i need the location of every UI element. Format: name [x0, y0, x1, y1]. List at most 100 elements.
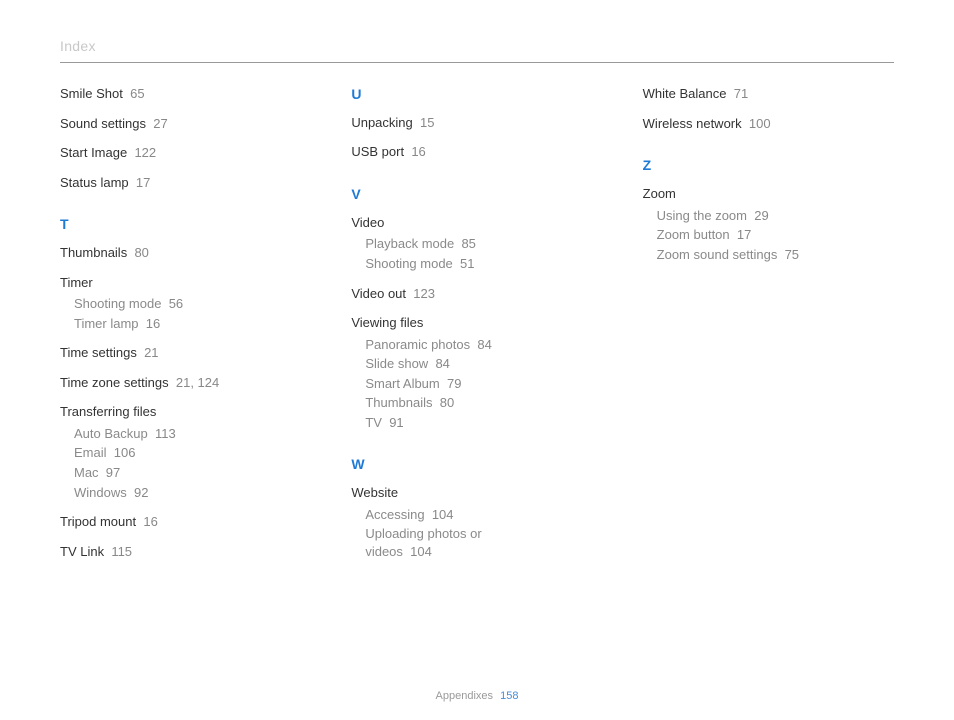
- index-pages: 65: [130, 86, 144, 101]
- index-term: Start Image: [60, 145, 127, 160]
- index-subterm: TV: [365, 415, 382, 430]
- index-pages: 16: [411, 144, 425, 159]
- index-pages: 80: [134, 245, 148, 260]
- index-entry: Time zone settings 21, 124: [60, 374, 311, 392]
- index-subentry: Uploading photos or videos 104: [365, 525, 505, 560]
- index-subentry: Smart Album 79: [365, 375, 602, 393]
- index-term: Status lamp: [60, 175, 129, 190]
- column-3: White Balance 71 Wireless network 100 Z …: [643, 85, 894, 572]
- index-subterm: Playback mode: [365, 236, 454, 251]
- index-pages: 91: [389, 415, 403, 430]
- index-entry: White Balance 71: [643, 85, 894, 103]
- index-subentry: Timer lamp 16: [74, 315, 311, 333]
- index-pages: 104: [410, 544, 432, 559]
- index-term: Time settings: [60, 345, 137, 360]
- index-pages: 17: [136, 175, 150, 190]
- index-pages: 17: [737, 227, 751, 242]
- index-subentry: Email 106: [74, 444, 311, 462]
- index-term: Thumbnails: [60, 245, 127, 260]
- index-entry: Status lamp 17: [60, 174, 311, 192]
- index-pages: 84: [435, 356, 449, 371]
- index-term: Smile Shot: [60, 86, 123, 101]
- section-letter-z: Z: [643, 156, 894, 175]
- index-pages: 16: [143, 514, 157, 529]
- index-pages: 29: [754, 208, 768, 223]
- index-pages: 104: [432, 507, 454, 522]
- index-term: Unpacking: [351, 115, 412, 130]
- index-subterm: Panoramic photos: [365, 337, 470, 352]
- index-term: Sound settings: [60, 116, 146, 131]
- index-pages: 106: [114, 445, 136, 460]
- section-letter-w: W: [351, 455, 602, 474]
- index-entry: Smile Shot 65: [60, 85, 311, 103]
- index-subterm: Windows: [74, 485, 127, 500]
- index-pages: 92: [134, 485, 148, 500]
- index-term: Time zone settings: [60, 375, 169, 390]
- page-footer: Appendixes 158: [0, 690, 954, 702]
- index-subterm: Zoom sound settings: [657, 247, 778, 262]
- index-term: USB port: [351, 144, 404, 159]
- index-entry: Start Image 122: [60, 144, 311, 162]
- index-pages: 21: [144, 345, 158, 360]
- index-subterm: Shooting mode: [365, 256, 452, 271]
- index-pages: 123: [413, 286, 435, 301]
- index-pages: 113: [155, 426, 176, 441]
- footer-page-number: 158: [500, 690, 518, 702]
- column-2: U Unpacking 15 USB port 16 V Video Playb…: [351, 85, 602, 572]
- index-columns: Smile Shot 65 Sound settings 27 Start Im…: [60, 85, 894, 572]
- index-pages: 122: [134, 145, 156, 160]
- index-subterm: Thumbnails: [365, 395, 432, 410]
- index-subterm: Using the zoom: [657, 208, 747, 223]
- page-title: Index: [60, 38, 96, 54]
- index-subentry: Windows 92: [74, 484, 311, 502]
- section-letter-t: T: [60, 215, 311, 234]
- index-subterm: Timer lamp: [74, 316, 139, 331]
- index-subentry: Using the zoom 29: [657, 207, 894, 225]
- index-entry: Time settings 21: [60, 344, 311, 362]
- index-entry: USB port 16: [351, 143, 602, 161]
- index-subentry: Playback mode 85: [365, 235, 602, 253]
- index-term: Video: [351, 214, 602, 232]
- index-pages: 97: [106, 465, 120, 480]
- index-pages: 27: [153, 116, 167, 131]
- section-letter-v: V: [351, 185, 602, 204]
- index-entry: Viewing files Panoramic photos 84 Slide …: [351, 314, 602, 431]
- index-pages: 16: [146, 316, 160, 331]
- index-subentry: Auto Backup 113: [74, 425, 311, 443]
- index-pages: 80: [440, 395, 454, 410]
- index-subentry: Accessing 104: [365, 506, 602, 524]
- index-subterm: Smart Album: [365, 376, 439, 391]
- index-entry: Video out 123: [351, 285, 602, 303]
- index-entry: Transferring files Auto Backup 113 Email…: [60, 403, 311, 501]
- index-entry: Timer Shooting mode 56 Timer lamp 16: [60, 274, 311, 333]
- index-pages: 15: [420, 115, 434, 130]
- index-pages: 71: [734, 86, 748, 101]
- index-term: Timer: [60, 274, 311, 292]
- manual-page: Index Smile Shot 65 Sound settings 27 St…: [0, 0, 954, 720]
- index-pages: 56: [169, 296, 183, 311]
- index-subentry: TV 91: [365, 414, 602, 432]
- index-entry: Website Accessing 104 Uploading photos o…: [351, 484, 602, 560]
- index-entry: TV Link 115: [60, 543, 311, 561]
- index-pages: 79: [447, 376, 461, 391]
- index-term: Transferring files: [60, 403, 311, 421]
- index-subentry: Shooting mode 56: [74, 295, 311, 313]
- index-entry: Thumbnails 80: [60, 244, 311, 262]
- index-pages: 75: [785, 247, 799, 262]
- footer-section: Appendixes: [436, 690, 494, 702]
- index-entry: Unpacking 15: [351, 114, 602, 132]
- page-header: Index: [60, 38, 894, 63]
- index-subterm: Accessing: [365, 507, 424, 522]
- index-term: Video out: [351, 286, 406, 301]
- index-term: Zoom: [643, 185, 894, 203]
- index-term: Wireless network: [643, 116, 742, 131]
- section-letter-u: U: [351, 85, 602, 104]
- index-subentry: Shooting mode 51: [365, 255, 602, 273]
- index-term: Tripod mount: [60, 514, 136, 529]
- index-pages: 51: [460, 256, 474, 271]
- index-subterm: Slide show: [365, 356, 428, 371]
- index-subterm: Auto Backup: [74, 426, 148, 441]
- index-pages: 85: [461, 236, 475, 251]
- index-term: Website: [351, 484, 602, 502]
- index-entry: Zoom Using the zoom 29 Zoom button 17 Zo…: [643, 185, 894, 263]
